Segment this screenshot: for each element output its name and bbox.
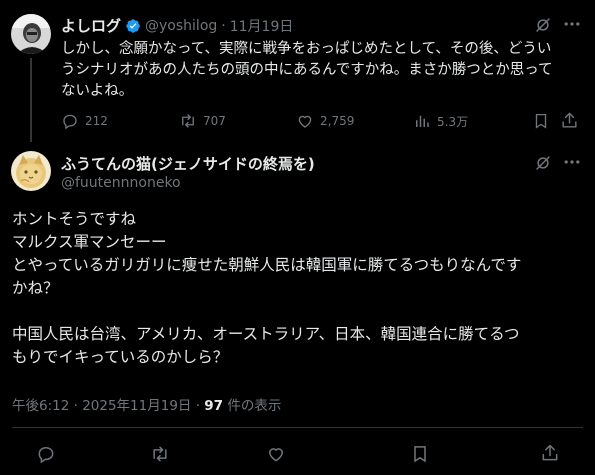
main-display-name[interactable]: ふうてんの猫(ジェノサイドの終焉を) [61, 153, 315, 174]
main-text-line: ホントそうですね [12, 210, 137, 228]
more-options-icon[interactable] [562, 152, 582, 176]
reply-button[interactable] [36, 444, 56, 468]
grok-icon[interactable] [534, 154, 552, 176]
more-options-icon[interactable] [562, 14, 582, 38]
views-label: 件の表示 [223, 398, 282, 414]
main-text-line: とやっているガリガリに痩せた朝鮮人民は韓国軍に勝てるつもりなんです [12, 256, 522, 274]
like-button[interactable]: 2,759 [296, 112, 354, 130]
main-tweet-text: ホントそうですね マルクス軍マンセーー とやっているガリガリに痩せた朝鮮人民は韓… [12, 208, 587, 369]
parent-text-line: ないよね。 [61, 83, 134, 99]
parent-text-line: うシナリオがあの人たちの頭の中にあるんですかね。まさか勝つとか思って [61, 62, 553, 78]
parent-date[interactable]: 11月19日 [230, 16, 294, 36]
repost-button[interactable] [150, 444, 170, 468]
share-icon[interactable] [560, 111, 579, 134]
thread-connector [30, 58, 32, 142]
view-count: 5.3万 [437, 114, 469, 129]
verified-badge-icon [126, 18, 140, 33]
timestamp-text[interactable]: 午後6:12 · 2025年11月19日 · [12, 398, 204, 414]
parent-display-name[interactable]: よしログ [61, 15, 121, 36]
heart-icon [268, 448, 284, 462]
main-avatar[interactable] [11, 151, 51, 191]
parent-avatar[interactable] [11, 14, 51, 54]
grok-icon[interactable] [534, 16, 552, 38]
bookmark-icon [414, 446, 426, 463]
bookmark-icon[interactable] [532, 112, 550, 134]
tweet-timestamp: 午後6:12 · 2025年11月19日 · 97 件の表示 [12, 394, 281, 414]
repost-icon [182, 114, 194, 128]
views-button[interactable]: 5.3万 [413, 112, 468, 130]
views-count: 97 [204, 398, 224, 414]
share-button[interactable] [540, 443, 560, 467]
main-text-line: もりでイキっているのかしら？ [12, 348, 229, 366]
repost-icon [153, 446, 167, 462]
reply-icon [38, 446, 54, 464]
share-icon [542, 444, 558, 461]
reply-button[interactable]: 212 [61, 112, 108, 130]
reply-icon [63, 114, 77, 130]
main-handle[interactable]: @fuutennnoneko [61, 175, 181, 191]
main-text-line: マルクス軍マンセーー [12, 233, 167, 251]
parent-tweet-text: しかし、念願かなって、実際に戦争をおっぱじめたとして、その後、どうい うシナリオ… [61, 39, 586, 102]
parent-header: よしログ @yoshilog · 11月19日 [61, 15, 293, 36]
parent-handle[interactable]: @yoshilog [145, 18, 217, 34]
header-separator: · [221, 17, 226, 34]
analytics-icon [416, 115, 429, 127]
action-bar-divider [12, 427, 583, 428]
repost-button[interactable]: 707 [179, 112, 226, 130]
main-text-line: 中国人民は台湾、アメリカ、オーストラリア、日本、韓国連合に勝てるつ [12, 325, 520, 343]
parent-text-line: しかし、念願かなって、実際に戦争をおっぱじめたとして、その後、どうい [61, 41, 552, 57]
heart-icon [298, 115, 312, 128]
main-text-line [12, 300, 587, 323]
like-button[interactable] [266, 444, 286, 468]
main-text-line: かね？ [12, 279, 59, 297]
like-count: 2,759 [320, 114, 355, 128]
bookmark-button[interactable] [410, 444, 430, 468]
repost-count: 707 [203, 114, 226, 128]
reply-count: 212 [85, 114, 108, 128]
